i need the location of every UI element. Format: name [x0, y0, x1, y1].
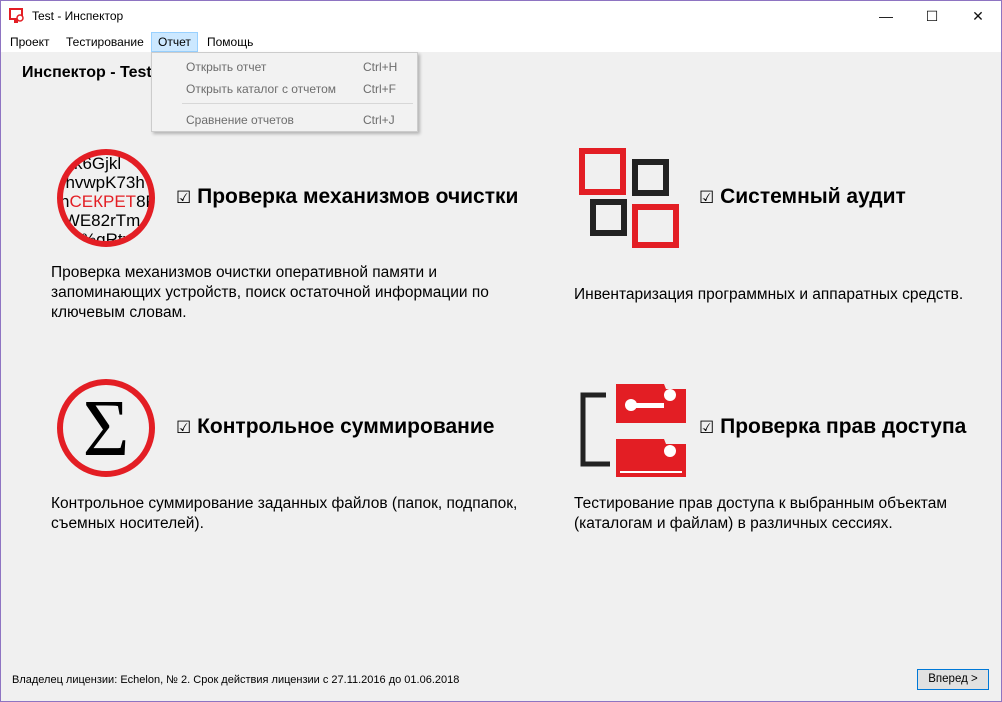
main-window: Test - Инспектор — ☐ ✕ Проект Тестирован… — [0, 0, 1002, 702]
minimize-button[interactable]: — — [863, 1, 909, 32]
license-info: Владелец лицензии: Echelon, № 2. Срок де… — [12, 674, 460, 686]
icon-text: hСЕКРЕТ8P — [60, 192, 157, 211]
feature-checksum-title[interactable]: ☑ Контрольное суммирование — [176, 415, 494, 439]
close-button[interactable]: ✕ — [955, 1, 1001, 32]
menu-testing[interactable]: Тестирование — [60, 32, 150, 52]
label: Открыть отчет — [186, 60, 267, 74]
icon-text: #hvwpK73h — [56, 173, 145, 192]
menu-separator — [182, 103, 413, 104]
title: Контрольное суммирование — [197, 415, 495, 438]
checkbox-icon[interactable]: ☑ — [176, 418, 191, 437]
sigma-glyph: Σ — [83, 385, 130, 473]
secret-text-icon: J0k6Gjkl #hvwpK73h hСЕКРЕТ8P jWE82rTm rV… — [56, 149, 157, 247]
checkbox-icon[interactable]: ☑ — [699, 418, 714, 437]
checkbox-icon[interactable]: ☑ — [176, 188, 191, 207]
title: Проверка прав доступа — [720, 415, 967, 438]
feature-cleanup-title[interactable]: ☑ Проверка механизмов очистки — [176, 185, 518, 209]
feature-access-desc: Тестирование прав доступа к выбранным об… — [574, 495, 947, 532]
next-button[interactable]: Вперед > — [917, 669, 989, 690]
menu-open-report-folder[interactable]: Открыть каталог с отчетом Ctrl+F — [152, 79, 417, 99]
access-folders-icon — [580, 384, 686, 477]
audit-squares-icon — [579, 148, 679, 248]
menu-open-report[interactable]: Открыть отчет Ctrl+H — [152, 57, 417, 77]
feature-audit-desc: Инвентаризация программных и аппаратных … — [574, 286, 964, 303]
feature-audit-title[interactable]: ☑ Системный аудит — [699, 185, 906, 209]
shortcut: Ctrl+J — [363, 113, 395, 127]
maximize-button[interactable]: ☐ — [909, 1, 955, 32]
title-bar: Test - Инспектор — ☐ ✕ — [1, 1, 1001, 32]
menu-project[interactable]: Проект — [4, 32, 56, 52]
menu-bar: Проект Тестирование Отчет Помощь — [1, 32, 1001, 52]
feature-access-title[interactable]: ☑ Проверка прав доступа — [699, 415, 966, 439]
app-icon — [9, 8, 24, 23]
menu-report[interactable]: Отчет — [151, 32, 198, 52]
menu-help[interactable]: Помощь — [201, 32, 259, 52]
report-dropdown: Открыть отчет Ctrl+H Открыть каталог с от… — [151, 52, 418, 132]
window-title: Test - Инспектор — [32, 9, 124, 23]
checkbox-icon[interactable]: ☑ — [699, 188, 714, 207]
shortcut: Ctrl+F — [363, 82, 396, 96]
title: Проверка механизмов очистки — [197, 185, 519, 208]
label: Открыть каталог с отчетом — [186, 82, 336, 96]
menu-compare-reports[interactable]: Сравнение отчетов Ctrl+J — [152, 110, 417, 130]
page-title: Инспектор - Test — [22, 64, 152, 81]
feature-cleanup-desc: Проверка механизмов очистки оперативной … — [51, 264, 489, 321]
label: Сравнение отчетов — [186, 113, 294, 127]
sigma-icon: Σ — [57, 379, 155, 477]
title: Системный аудит — [720, 185, 906, 208]
feature-checksum-desc: Контрольное суммирование заданных файлов… — [51, 495, 518, 532]
shortcut: Ctrl+H — [363, 60, 398, 74]
